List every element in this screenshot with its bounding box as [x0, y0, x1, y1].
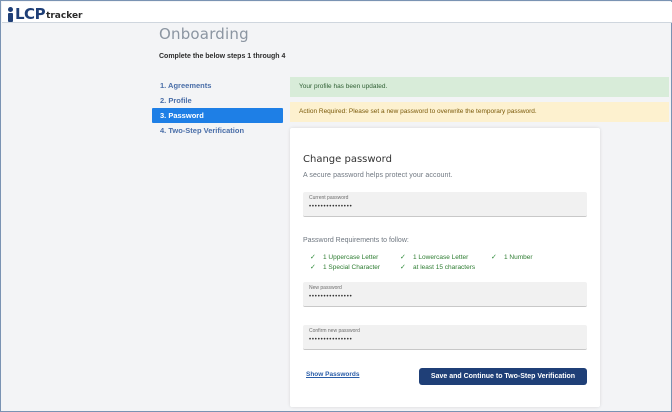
current-password-value: ••••••••••••••• — [309, 204, 353, 210]
requirement-label: 1 Number — [504, 254, 533, 261]
save-continue-button[interactable]: Save and Continue to Two-Step Verificati… — [419, 368, 587, 385]
requirement-label: 1 Lowercase Letter — [413, 254, 469, 261]
requirements-heading: Password Requirements to follow: — [303, 237, 409, 244]
warning-alert: Action Required: Please set a new passwo… — [290, 102, 669, 122]
check-icon: ✓ — [400, 264, 406, 271]
requirement-item: ✓ at least 15 characters — [400, 263, 475, 273]
new-password-label: New password — [309, 285, 342, 291]
lcptracker-logo[interactable]: LCP tracker — [7, 4, 83, 22]
new-password-value: ••••••••••••••• — [309, 294, 353, 300]
new-password-field[interactable]: New password ••••••••••••••• — [303, 282, 587, 307]
confirm-password-field[interactable]: Confirm new password ••••••••••••••• — [303, 325, 587, 350]
step-agreements[interactable]: 1. Agreements — [152, 78, 283, 93]
step-profile[interactable]: 2. Profile — [152, 93, 283, 108]
current-password-field[interactable]: Current password ••••••••••••••• — [303, 192, 587, 217]
requirement-item: ✓ 1 Number — [491, 253, 533, 263]
check-icon: ✓ — [491, 254, 497, 261]
current-password-label: Current password — [309, 195, 349, 201]
steps-nav: 1. Agreements 2. Profile 3. Password 4. … — [152, 78, 283, 138]
requirement-item: ✓ 1 Uppercase Letter — [310, 253, 378, 263]
logo-product: tracker — [46, 11, 83, 21]
change-password-card: Change password A secure password helps … — [290, 128, 600, 407]
step-two-step-verification[interactable]: 4. Two-Step Verification — [152, 123, 283, 138]
step-password[interactable]: 3. Password — [152, 108, 283, 123]
card-title: Change password — [303, 154, 392, 165]
check-icon: ✓ — [400, 254, 406, 261]
requirement-item: ✓ 1 Special Character — [310, 263, 380, 273]
logo-brand: LCP — [15, 5, 46, 23]
requirement-item: ✓ 1 Lowercase Letter — [400, 253, 468, 263]
app-window: LCP tracker Onboarding Complete the belo… — [0, 0, 672, 412]
top-bar: LCP tracker — [2, 2, 672, 23]
confirm-password-value: ••••••••••••••• — [309, 337, 353, 343]
check-icon: ✓ — [310, 264, 316, 271]
page-subtitle: Complete the below steps 1 through 4 — [159, 53, 286, 60]
card-description: A secure password helps protect your acc… — [303, 172, 453, 179]
show-passwords-link[interactable]: Show Passwords — [306, 371, 359, 378]
requirement-label: at least 15 characters — [413, 264, 476, 271]
confirm-password-label: Confirm new password — [309, 328, 360, 334]
success-alert: Your profile has been updated. — [290, 77, 669, 97]
requirement-label: 1 Special Character — [323, 264, 381, 271]
person-logo-icon — [7, 7, 14, 22]
page-title: Onboarding — [159, 25, 249, 43]
requirement-label: 1 Uppercase Letter — [323, 254, 379, 261]
check-icon: ✓ — [310, 254, 316, 261]
